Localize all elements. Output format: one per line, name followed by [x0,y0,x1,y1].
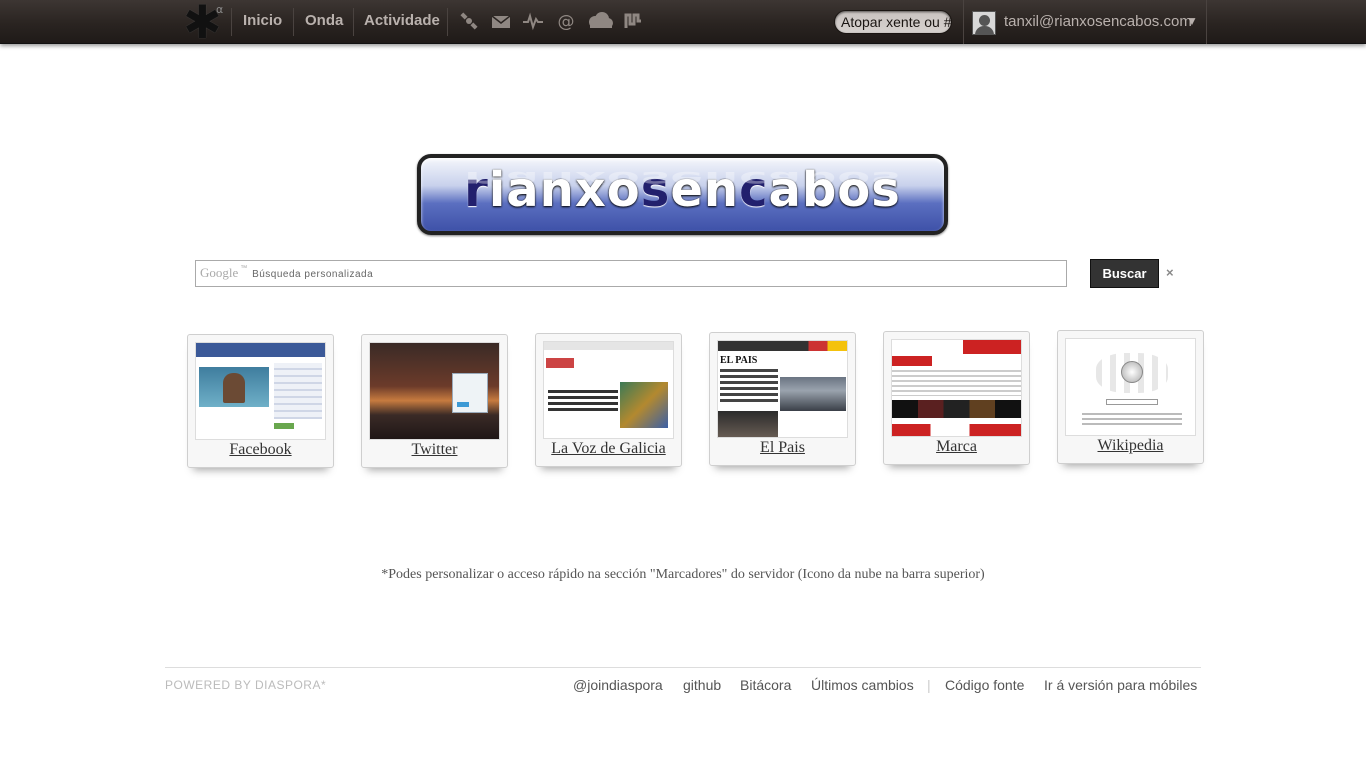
twitter-thumbnail[interactable] [369,342,500,440]
speed-dial-wikipedia[interactable]: Wikipedia [1057,330,1204,464]
speed-dial-label[interactable]: Wikipedia [1058,437,1203,455]
footer-link-changelog[interactable]: Últimos cambios [811,677,914,693]
search-button[interactable]: Buscar [1090,259,1159,288]
google-logo: Google [200,265,239,280]
powered-by-diaspora[interactable]: POWERED BY DIASPORA* [165,678,326,692]
nav-home-link[interactable]: Inicio [243,12,282,29]
footer-link-mobile-version[interactable]: Ir á versión para móbiles [1044,677,1197,693]
footer-link-github[interactable]: github [683,677,721,693]
footer-link-bitacora[interactable]: Bitácora [740,677,791,693]
banner-reflection: rianxosencabos [464,166,901,192]
user-email[interactable]: tanxil@rianxosencabos.com [1004,13,1192,30]
facebook-thumbnail[interactable] [195,342,326,440]
speed-dial-label[interactable]: Facebook [188,441,333,459]
footer-separator: | [927,677,931,693]
el-pais-thumbnail[interactable]: EL PAIS [717,340,848,438]
speed-dial-label[interactable]: El Pais [710,439,855,457]
alpha-badge: α [216,3,224,16]
speed-dial-twitter[interactable]: Twitter [361,334,508,468]
speed-dial-label[interactable]: La Voz de Galicia [536,440,681,458]
avatar[interactable] [972,11,996,35]
customization-note: *Podes personalizar o acceso rápido na s… [381,567,985,582]
wikipedia-thumbnail[interactable] [1065,338,1196,436]
nav-divider [293,8,294,36]
google-tm: ™ [240,265,248,272]
nav-divider [353,8,354,36]
rianxosencabos-banner-logo: rianxosencabos rianxosencabos [417,154,948,235]
top-navigation-bar: ✱ α Inicio Onda Actividade @ Atopar xent… [0,0,1366,45]
mail-icon[interactable] [490,11,512,31]
footer-link-source-code[interactable]: Código fonte [945,677,1024,693]
speed-dial-el-pais[interactable]: EL PAIS El Pais [709,332,856,466]
footer-divider [165,667,1201,668]
marca-thumbnail[interactable] [891,339,1022,437]
pulse-icon[interactable] [522,11,544,31]
nav-divider [231,8,232,36]
speed-dial-marca[interactable]: Marca [883,331,1030,465]
google-search-input[interactable]: Google ™ Búsqueda personalizada [195,260,1067,287]
cloud-icon[interactable] [586,11,614,31]
speed-dial-facebook[interactable]: Facebook [187,334,334,468]
at-icon[interactable]: @ [555,11,577,32]
search-placeholder: Búsqueda personalizada [252,269,374,280]
speed-dial-la-voz-de-galicia[interactable]: La Voz de Galicia [535,333,682,467]
nav-activity-link[interactable]: Actividade [364,12,440,29]
nav-divider [447,8,448,36]
speed-dial-label[interactable]: Twitter [362,441,507,459]
people-search-input[interactable]: Atopar xente ou # [834,10,952,34]
svg-text:@: @ [558,12,575,31]
clear-search-icon[interactable]: × [1166,265,1174,280]
la-voz-thumbnail[interactable] [543,341,674,439]
footer-link-joindiaspora[interactable]: @joindiaspora [573,677,663,693]
nav-stream-link[interactable]: Onda [305,12,343,29]
satellite-icon[interactable] [458,11,480,31]
mu-icon[interactable] [622,11,644,31]
speed-dial-label[interactable]: Marca [884,438,1029,456]
chevron-down-icon[interactable]: ▼ [1186,14,1198,28]
